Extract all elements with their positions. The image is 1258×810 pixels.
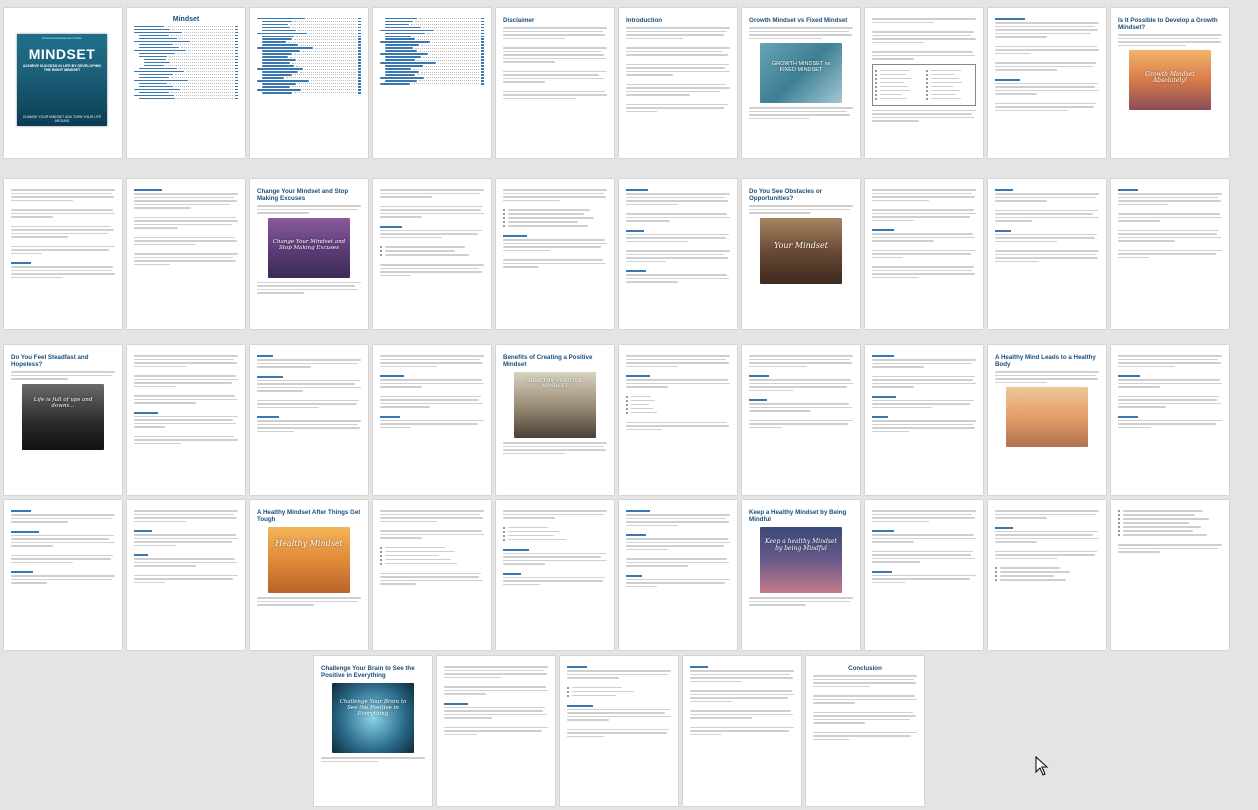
page-22[interactable] xyxy=(127,345,245,495)
heading-growth-vs-fixed: Growth Mindset vs Fixed Mindset xyxy=(749,17,848,24)
page-42[interactable] xyxy=(437,656,555,806)
heading-disclaimer: Disclaimer xyxy=(503,17,535,24)
page-19[interactable] xyxy=(988,179,1106,329)
page-27[interactable] xyxy=(742,345,860,495)
healthy-mindset-image: Healthy Mindset xyxy=(268,527,350,594)
page-4[interactable] xyxy=(373,8,491,158)
absolutely-image: Growth Mindset Absolutely! xyxy=(1129,50,1211,111)
comparison-table xyxy=(872,63,976,106)
page-18[interactable] xyxy=(865,179,983,329)
page-37[interactable]: Keep a Healthy Mindset by Being Mindful … xyxy=(742,500,860,650)
page-1[interactable]: Personal Development Guide MINDSET ACHIE… xyxy=(4,8,122,158)
page-24[interactable] xyxy=(373,345,491,495)
page-9[interactable] xyxy=(988,8,1106,158)
page-30[interactable] xyxy=(1111,345,1229,495)
heading-healthy-mind: A Healthy Mind Leads to a Healthy Body xyxy=(995,354,1096,369)
heading-challenge: Challenge Your Brain to See the Positive… xyxy=(321,665,415,680)
heading-possible-growth: Is It Possible to Develop a Growth Minds… xyxy=(1118,17,1218,32)
growth-vs-fixed-image: GROWTH MINDSET vs FIXED MINDSET xyxy=(760,43,842,104)
page-45[interactable]: Conclusion xyxy=(806,656,924,806)
page-20[interactable] xyxy=(1111,179,1229,329)
healthy-positive-image: HEALTHY, POSITIVE MINDSET xyxy=(514,372,596,439)
page-35[interactable] xyxy=(496,500,614,650)
heading-steadfast: Do You Feel Steadfast and Hopeless? xyxy=(11,354,89,369)
page-15[interactable] xyxy=(496,179,614,329)
cover-title: MINDSET xyxy=(28,46,96,62)
page-16[interactable] xyxy=(619,179,737,329)
growth-vs-fixed-caption: GROWTH MINDSET vs FIXED MINDSET xyxy=(771,61,831,74)
page-33[interactable]: A Healthy Mindset After Things Get Tough… xyxy=(250,500,368,650)
page-36[interactable] xyxy=(619,500,737,650)
heading-introduction: Introduction xyxy=(626,17,663,24)
page-31[interactable] xyxy=(4,500,122,650)
challenge-caption: Challenge Your Brain to See the Positive… xyxy=(339,698,407,717)
cover-subtitle: ACHIEVE SUCCESS IN LIFE BY DEVELOPING TH… xyxy=(22,64,102,73)
your-mindset-image: Your Mindset xyxy=(760,217,842,284)
page-32[interactable] xyxy=(127,500,245,650)
healthy-body-image xyxy=(1006,387,1088,448)
page-28[interactable] xyxy=(865,345,983,495)
page-44[interactable] xyxy=(683,656,801,806)
page-10[interactable]: Is It Possible to Develop a Growth Minds… xyxy=(1111,8,1229,158)
life-ups-caption: Life is full of ups and downs... xyxy=(33,396,93,409)
heading-mindful: Keep a Healthy Mindset by Being Mindful xyxy=(749,509,847,524)
heading-change-mindset: Change Your Mindset and Stop Making Excu… xyxy=(257,188,349,203)
heading-obstacle: Do You See Obstacles or Opportunities? xyxy=(749,188,823,203)
page-11[interactable] xyxy=(4,179,122,329)
change-mindset-image: Change Your Mindset and Stop Making Excu… xyxy=(268,217,350,278)
page-21[interactable]: Do You Feel Steadfast and Hopeless? Life… xyxy=(4,345,122,495)
page-43[interactable] xyxy=(560,656,678,806)
page-34[interactable] xyxy=(373,500,491,650)
your-mindset-caption: Your Mindset xyxy=(773,240,828,250)
page-6[interactable]: Introduction xyxy=(619,8,737,158)
healthy-positive-caption: HEALTHY, POSITIVE MINDSET xyxy=(528,377,582,390)
page-13[interactable]: Change Your Mindset and Stop Making Excu… xyxy=(250,179,368,329)
page-41[interactable]: Challenge Your Brain to See the Positive… xyxy=(314,656,432,806)
page-12[interactable] xyxy=(127,179,245,329)
mindful-image: Keep a healthy Mindset by being Mindful xyxy=(760,527,842,594)
page-8[interactable] xyxy=(865,8,983,158)
heading-benefits-positive: Benefits of Creating a Positive Mindset xyxy=(503,354,593,369)
page-14[interactable] xyxy=(373,179,491,329)
page-2[interactable]: Mindset xyxy=(127,8,245,158)
page-17[interactable]: Do You See Obstacles or Opportunities? Y… xyxy=(742,179,860,329)
change-mindset-caption: Change Your Mindset and Stop Making Excu… xyxy=(272,239,346,252)
page-38[interactable] xyxy=(865,500,983,650)
cover-header: Personal Development Guide xyxy=(42,36,82,40)
page-23[interactable] xyxy=(250,345,368,495)
page-39[interactable] xyxy=(988,500,1106,650)
mouse-cursor-icon xyxy=(1035,756,1049,776)
mindful-caption: Keep a healthy Mindset by being Mindful xyxy=(765,538,837,552)
page-3[interactable] xyxy=(250,8,368,158)
life-ups-image: Life is full of ups and downs... xyxy=(22,383,104,450)
heading-conclusion: Conclusion xyxy=(848,665,882,672)
book-cover: Personal Development Guide MINDSET ACHIE… xyxy=(17,34,107,126)
page-7[interactable]: Growth Mindset vs Fixed Mindset GROWTH M… xyxy=(742,8,860,158)
page-40[interactable] xyxy=(1111,500,1229,650)
toc-title: Mindset xyxy=(172,16,200,23)
page-25[interactable]: Benefits of Creating a Positive Mindset … xyxy=(496,345,614,495)
challenge-image: Challenge Your Brain to See the Positive… xyxy=(332,683,414,754)
heading-healthy-after: A Healthy Mindset After Things Get Tough xyxy=(257,509,361,524)
page-26[interactable] xyxy=(619,345,737,495)
absolutely-caption: Growth Mindset Absolutely! xyxy=(1145,70,1195,85)
cover-bottom-text: CHANGE YOUR MINDSET AND TURN YOUR LIFE A… xyxy=(22,114,102,123)
healthy-mindset-caption: Healthy Mindset xyxy=(275,539,343,549)
page-5[interactable]: Disclaimer xyxy=(496,8,614,158)
page-29[interactable]: A Healthy Mind Leads to a Healthy Body xyxy=(988,345,1106,495)
